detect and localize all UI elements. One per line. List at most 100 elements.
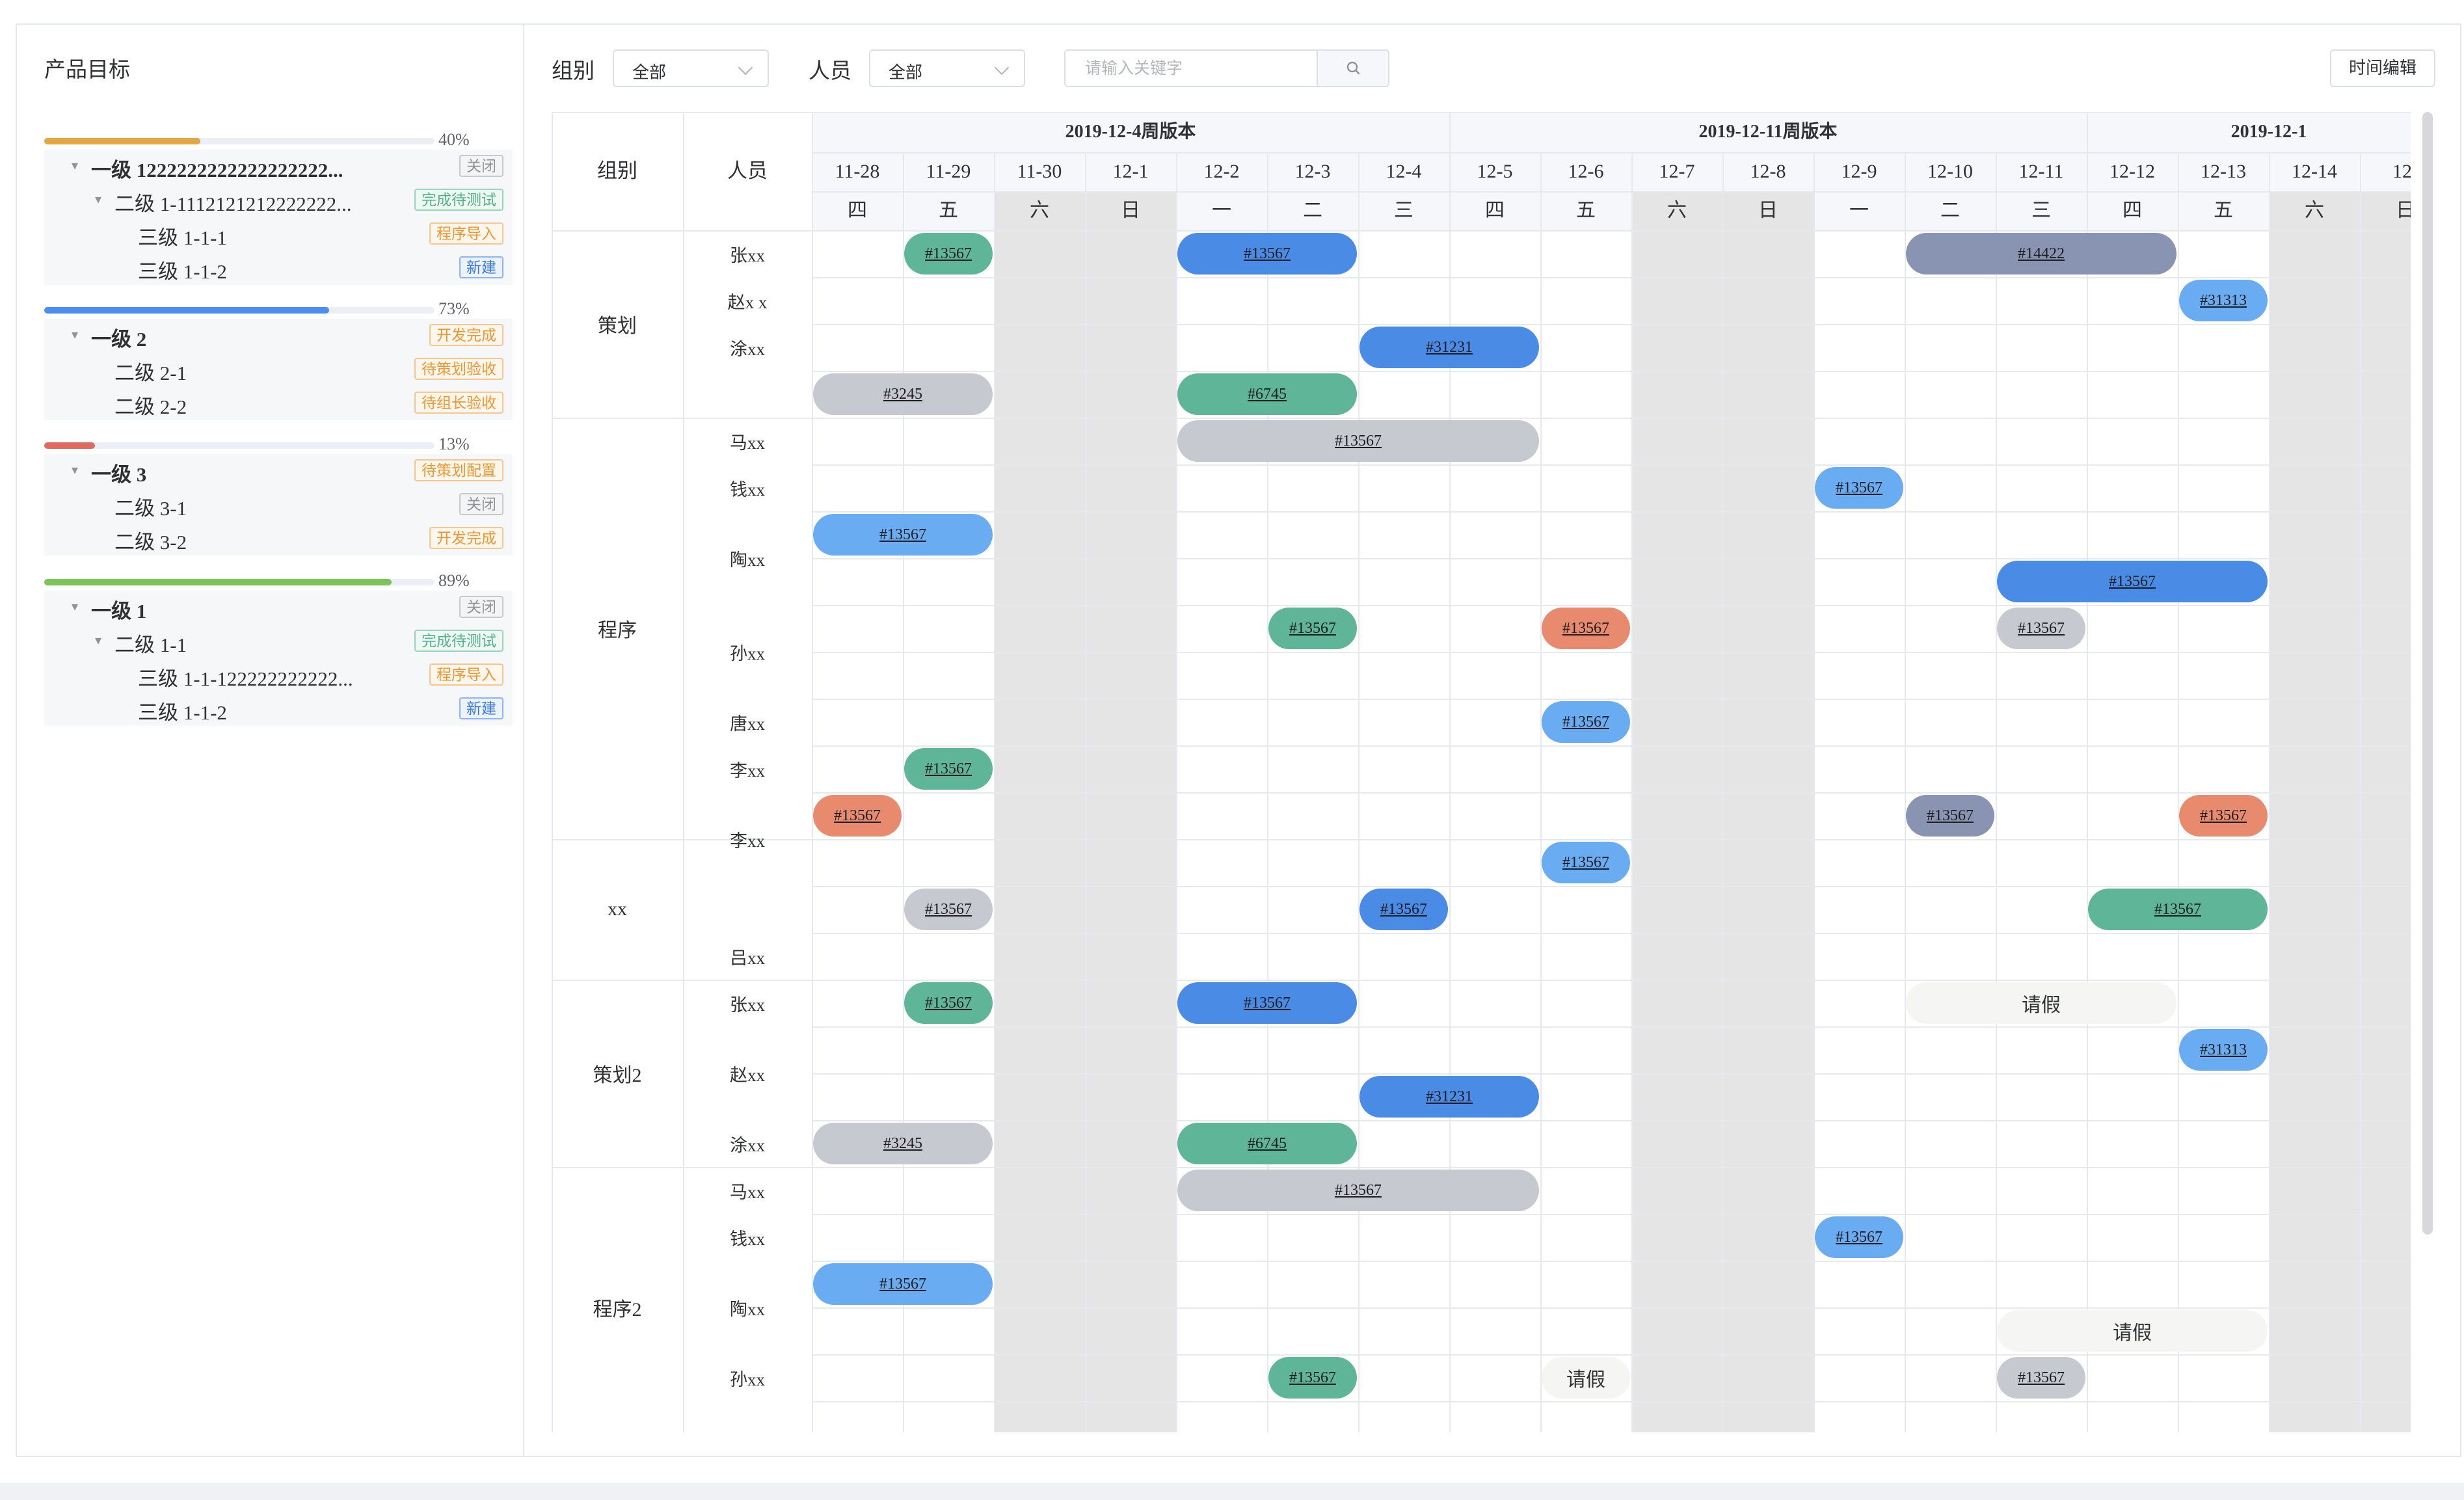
task-pill[interactable]: #13567 <box>1359 889 1448 930</box>
version-header: 2019-12-11周版本 <box>1698 122 1838 142</box>
task-pill[interactable]: #31313 <box>2179 1029 2268 1071</box>
task-pill[interactable]: #13567 <box>1542 701 1630 743</box>
weekend-column <box>2360 191 2411 1432</box>
tree-node-level-1[interactable]: ▾ 一级 1222222222222222222... 关闭 <box>44 150 513 183</box>
weekday-header: 三 <box>2031 200 2051 221</box>
task-pill[interactable]: #13567 <box>904 748 993 790</box>
date-header: 12-13 <box>2201 161 2246 182</box>
weekend-column <box>1085 191 1176 1432</box>
status-tag: 程序导入 <box>429 663 503 686</box>
person-filter-value: 全部 <box>889 63 923 82</box>
tree-node-level-3[interactable]: 三级 1-1-1 程序导入 <box>44 217 513 251</box>
tree-node-level-2[interactable]: 二级 3-2 开发完成 <box>44 522 513 556</box>
progress-bar-fill <box>44 579 392 585</box>
date-header: 12- <box>2392 161 2411 182</box>
caret-down-icon[interactable]: ▾ <box>95 632 101 649</box>
task-pill[interactable]: #13567 <box>904 233 993 275</box>
group-filter-select[interactable]: 全部 <box>613 49 769 87</box>
tree-node-level-1[interactable]: ▾ 一级 2 开发完成 <box>44 319 513 353</box>
task-pill[interactable]: #13567 <box>813 514 993 556</box>
task-pill[interactable]: #13567 <box>1268 1357 1357 1399</box>
task-pill[interactable]: #13567 <box>1906 795 1994 837</box>
task-pill[interactable]: #13567 <box>1177 982 1357 1024</box>
search-button[interactable] <box>1317 49 1389 87</box>
leave-block: 请假 <box>1997 1310 2268 1352</box>
tree-node-level-2[interactable]: ▾ 二级 1-1 完成待测试 <box>44 624 513 658</box>
task-pill[interactable]: #14422 <box>1906 233 2176 275</box>
status-tag: 开发完成 <box>429 324 503 346</box>
grid-line <box>812 1073 2411 1075</box>
task-pill[interactable]: #3245 <box>813 373 993 415</box>
tree-node-level-2[interactable]: 二级 2-1 待策划验收 <box>44 353 513 386</box>
caret-down-icon[interactable]: ▾ <box>72 462 78 478</box>
task-pill[interactable]: #13567 <box>1268 608 1357 649</box>
task-pill[interactable]: #6745 <box>1177 1123 1357 1164</box>
task-pill[interactable]: #6745 <box>1177 373 1357 415</box>
status-tag: 完成待测试 <box>414 630 503 652</box>
person-filter-select[interactable]: 全部 <box>869 49 1025 87</box>
version-header: 2019-12-4周版本 <box>1065 122 1196 142</box>
tree-node-level-3[interactable]: 三级 1-1-122222222222... 程序导入 <box>44 658 513 692</box>
grid-line <box>812 1167 2411 1168</box>
task-pill[interactable]: #13567 <box>2088 889 2268 930</box>
status-tag: 开发完成 <box>429 527 503 549</box>
tree-node-level-2[interactable]: ▾ 二级 1-1112121212222222... 完成待测试 <box>44 183 513 217</box>
task-pill[interactable]: #13567 <box>1542 608 1630 649</box>
task-pill[interactable]: #13567 <box>1542 842 1630 883</box>
time-edit-button[interactable]: 时间编辑 <box>2330 49 2435 87</box>
person-filter-label: 人员 <box>809 60 851 83</box>
group-cell: 程序 <box>598 620 637 641</box>
vertical-scrollbar[interactable] <box>2422 112 2433 1235</box>
caret-down-icon[interactable]: ▾ <box>72 327 78 343</box>
search-input[interactable] <box>1064 49 1318 87</box>
tree-node-level-2[interactable]: 二级 2-2 待组长验收 <box>44 386 513 420</box>
chevron-down-icon <box>994 60 1010 75</box>
task-pill[interactable]: #13567 <box>1177 233 1357 275</box>
weekday-header: 五 <box>1576 200 1596 221</box>
tree-node-level-3[interactable]: 三级 1-1-2 新建 <box>44 692 513 726</box>
task-pill[interactable]: #13567 <box>904 982 993 1024</box>
task-pill[interactable]: #13567 <box>1815 467 1903 509</box>
tree-node-level-1[interactable]: ▾ 一级 3 待策划配置 <box>44 454 513 488</box>
tree-node-level-2[interactable]: 二级 3-1 关闭 <box>44 488 513 522</box>
status-tag: 关闭 <box>459 493 503 515</box>
version-header: 2019-12-1 <box>2230 122 2307 142</box>
tree-node-level-3[interactable]: 三级 1-1-2 新建 <box>44 251 513 285</box>
tree-node-label: 三级 1-1-1 <box>138 226 227 249</box>
tree-node-level-1[interactable]: ▾ 一级 1 关闭 <box>44 591 513 624</box>
task-pill[interactable]: #3245 <box>813 1123 993 1164</box>
grid-line <box>812 277 2411 278</box>
caret-down-icon[interactable]: ▾ <box>95 191 101 208</box>
task-pill[interactable]: #13567 <box>813 795 902 837</box>
caret-down-icon[interactable]: ▾ <box>72 157 78 174</box>
grid-line <box>812 1307 2411 1309</box>
task-pill[interactable]: #13567 <box>904 889 993 930</box>
task-pill[interactable]: #13567 <box>2179 795 2268 837</box>
tree-node-label: 二级 1-1112121212222222... <box>114 193 352 215</box>
task-pill[interactable]: #31313 <box>2179 280 2268 321</box>
task-pill[interactable]: #13567 <box>813 1263 993 1305</box>
grid-line <box>812 1354 2411 1356</box>
tree-node-label: 一级 1 <box>91 600 147 623</box>
task-pill[interactable]: #31231 <box>1359 1076 1539 1118</box>
task-pill[interactable]: #13567 <box>1997 608 2085 649</box>
progress-percent: 73% <box>438 299 470 318</box>
date-header: 12-11 <box>2018 161 2064 182</box>
date-header: 12-9 <box>1841 161 1877 182</box>
status-tag: 完成待测试 <box>414 189 503 211</box>
grid-line <box>812 511 2411 513</box>
status-tag: 关闭 <box>459 596 503 618</box>
task-pill[interactable]: #13567 <box>1997 1357 2085 1399</box>
task-pill[interactable]: #31231 <box>1359 327 1539 368</box>
panel-title: 产品目标 <box>44 59 130 82</box>
task-pill[interactable]: #13567 <box>1177 1170 1539 1211</box>
date-header: 12-14 <box>2292 161 2337 182</box>
progress-bar-fill <box>44 307 329 314</box>
grid-line <box>812 933 2411 934</box>
task-pill[interactable]: #13567 <box>1177 420 1539 462</box>
leave-block: 请假 <box>1542 1357 1630 1399</box>
task-pill[interactable]: #13567 <box>1815 1216 1903 1258</box>
task-pill[interactable]: #13567 <box>1997 561 2268 602</box>
person-cell: 孙xx <box>730 1369 765 1389</box>
caret-down-icon[interactable]: ▾ <box>72 598 78 615</box>
